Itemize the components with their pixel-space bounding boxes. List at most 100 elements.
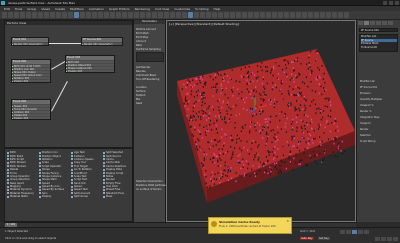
location-option[interactable]: Surface (136, 90, 146, 93)
operator-row[interactable]: Display 002 (12, 79, 50, 82)
toolbar-button-icon[interactable] (104, 12, 109, 18)
modifier-stack[interactable]: Modifier List PF Source Editable Mesh Turbo… (359, 34, 398, 52)
notification-toast[interactable]: Simulation Cache Ready Flow 1: 2000 part… (208, 217, 292, 234)
prev-frame-icon[interactable] (346, 230, 351, 234)
toolbar-button-icon[interactable] (248, 12, 253, 18)
rollout-item[interactable]: Viewport (360, 122, 371, 125)
motion-tab-icon[interactable] (376, 21, 381, 25)
toolbar-button-icon[interactable] (32, 12, 37, 18)
next-frame-icon[interactable] (358, 230, 363, 234)
toolbar-button-icon[interactable] (26, 12, 31, 18)
toolbar-button-icon[interactable] (278, 12, 283, 18)
toolbar-button-icon[interactable] (320, 12, 325, 18)
toolbar-button-icon[interactable] (188, 12, 193, 18)
operator-row[interactable]: Render 001 (Geometry) (82, 42, 122, 45)
operator-row[interactable]: Display 003 (66, 69, 114, 72)
rollout-item[interactable]: Quantity Multiplier (360, 98, 382, 101)
menu-item[interactable]: Edit (4, 7, 10, 11)
utilities-tab-icon[interactable] (388, 21, 393, 25)
depot-item[interactable]: Mass (103, 195, 126, 198)
rollout-item[interactable]: Integration Step (360, 116, 379, 119)
toolbar-button-icon[interactable] (152, 12, 157, 18)
toolbar-button-icon[interactable] (68, 12, 73, 18)
option-checkbox[interactable]: Rescale (136, 70, 146, 73)
location-option[interactable]: Mix (136, 98, 140, 101)
event-node[interactable]: Event 004 Spawn 001 Force 001 (Gravity) Col… (11, 99, 51, 120)
toolbar-button-icon[interactable] (224, 12, 229, 18)
option-checkbox[interactable]: Just Render (136, 66, 150, 69)
rollout-item[interactable]: Viewport % (360, 104, 374, 107)
modifier-stack-item[interactable]: Turbosmooth (361, 46, 397, 50)
create-tab-icon[interactable] (358, 21, 363, 25)
depot-item[interactable]: Split Group (71, 195, 94, 198)
location-option[interactable]: Seed (136, 102, 142, 105)
operator-row[interactable]: Render 001 (Geometry) (12, 42, 48, 45)
menu-item[interactable]: Group (27, 7, 36, 11)
toolbar-button-icon[interactable] (254, 12, 259, 18)
particle-view-editor[interactable]: Particle View Event 001 Render 001 (Geome… (4, 20, 133, 148)
toolbar-button-icon[interactable] (134, 12, 139, 18)
perspective-viewport[interactable]: [+] [Perspective] [Standard] [Default Sh… (166, 20, 356, 222)
toolbar-button-icon[interactable] (182, 12, 187, 18)
toolbar-button-icon[interactable] (2, 12, 7, 18)
toolbar-button-icon[interactable] (128, 12, 133, 18)
menu-item[interactable]: Customize (174, 7, 190, 11)
toolbar-button-icon[interactable] (176, 12, 181, 18)
rollout-item[interactable]: Render % (360, 110, 372, 113)
depot-item[interactable]: Display (39, 195, 64, 198)
close-icon[interactable]: ✕ (286, 219, 289, 223)
close-icon[interactable] (395, 1, 399, 5)
play-icon[interactable] (352, 230, 357, 234)
rollout-item[interactable]: Emission (360, 92, 371, 95)
goto-end-icon[interactable] (364, 230, 369, 234)
event-node[interactable]: Event 001 Render 001 (Geometry) (11, 37, 49, 46)
toolbar-button-icon[interactable] (86, 12, 91, 18)
toolbar-button-icon[interactable] (122, 12, 127, 18)
menu-item[interactable]: Civil View (155, 7, 169, 11)
menu-item[interactable]: Help (213, 7, 220, 11)
orbit-icon[interactable] (387, 237, 392, 241)
toolbar-button-icon[interactable] (230, 12, 235, 18)
hierarchy-tab-icon[interactable] (370, 21, 375, 25)
toolbar-button-icon[interactable] (74, 12, 79, 18)
option-checkbox[interactable]: Automatic Blast (136, 74, 156, 77)
toolbar-button-icon[interactable] (116, 12, 121, 18)
toolbar-button-icon[interactable] (260, 12, 265, 18)
toolbar-button-icon[interactable] (92, 12, 97, 18)
toolbar-button-icon[interactable] (98, 12, 103, 18)
menu-item[interactable]: Views (41, 7, 50, 11)
rollout-item[interactable]: Render (360, 128, 369, 131)
toolbar-button-icon[interactable] (170, 12, 175, 18)
menu-item[interactable]: Scripting (195, 7, 208, 11)
operator-row[interactable]: Display 004 (12, 116, 50, 119)
toolbar-button-icon[interactable] (242, 12, 247, 18)
location-option[interactable]: Distinct (136, 94, 146, 97)
toolbar-button-icon[interactable] (314, 12, 319, 18)
toolbar-button-icon[interactable] (158, 12, 163, 18)
toolbar-button-icon[interactable] (212, 12, 217, 18)
toolbar-button-icon[interactable] (146, 12, 151, 18)
rollout-item[interactable]: PF Source 001 (360, 86, 377, 89)
toolbar-button-icon[interactable] (266, 12, 271, 18)
toolbar-button-icon[interactable] (56, 12, 61, 18)
toolbar-button-icon[interactable] (14, 12, 19, 18)
node-wire[interactable] (49, 43, 81, 44)
object-name-field[interactable]: PF Source 001 (359, 28, 398, 32)
depot-item[interactable]: Material Static (7, 195, 34, 198)
toolbar-button-icon[interactable] (44, 12, 49, 18)
toolbar-button-icon[interactable] (344, 12, 349, 18)
menu-item[interactable]: Graph Editors (109, 7, 130, 11)
option-checkbox[interactable]: Turn Off Rendering (136, 78, 159, 81)
toolbar-button-icon[interactable] (284, 12, 289, 18)
toolbar-button-icon[interactable] (38, 12, 43, 18)
menu-item[interactable]: Animation (89, 7, 104, 11)
toolbar-button-icon[interactable] (308, 12, 313, 18)
toolbar-button-icon[interactable] (206, 12, 211, 18)
rollout-item[interactable]: Script Wiring (360, 140, 375, 143)
toolbar-button-icon[interactable] (332, 12, 337, 18)
toolbar-button-icon[interactable] (80, 12, 85, 18)
menu-item[interactable]: Create (55, 7, 65, 11)
set-key-button[interactable]: Set Key (318, 237, 330, 240)
menu-item[interactable]: Rendering (135, 7, 150, 11)
location-option[interactable]: Location (136, 86, 147, 89)
